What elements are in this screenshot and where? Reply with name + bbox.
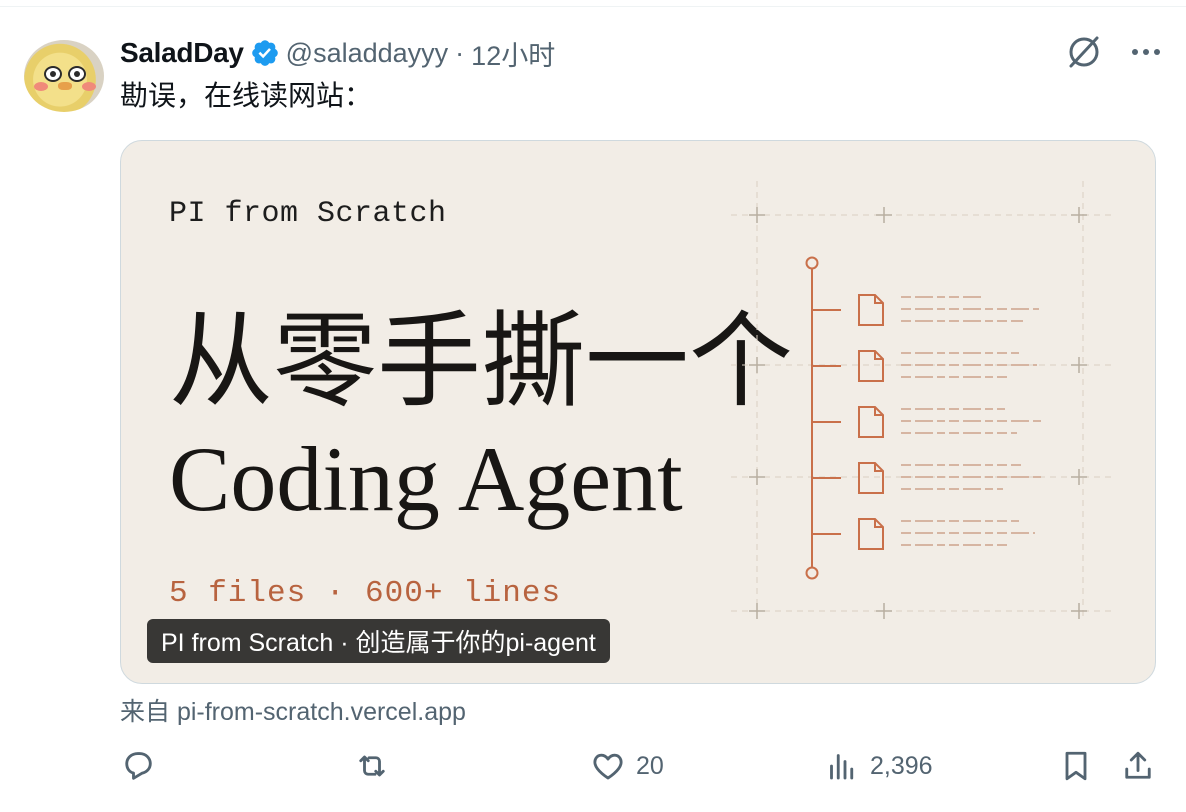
meta-separator: · <box>455 37 465 68</box>
avatar-beak <box>58 82 72 90</box>
card-stats: 5 files · 600+ lines <box>169 576 562 611</box>
user-handle[interactable]: @saladdayyy <box>286 38 449 69</box>
retweet-button[interactable] <box>354 748 400 784</box>
card-small-title: PI from Scratch <box>169 197 447 231</box>
top-divider <box>0 6 1186 7</box>
card-source-link[interactable]: 来自 pi-from-scratch.vercel.app <box>120 692 466 728</box>
tweet-text: 勘误，在线读网站： <box>120 80 373 111</box>
card-big-title: 从零手撕一个 Coding Agent <box>169 311 793 530</box>
avatar-cheek-right <box>82 82 96 91</box>
views-button[interactable]: 2,396 <box>824 748 933 784</box>
like-count: 20 <box>636 751 664 780</box>
views-icon <box>830 754 854 780</box>
verified-badge-icon <box>251 40 278 66</box>
avatar-eye-left <box>44 66 62 82</box>
card-title-line1: 从零手撕一个 <box>169 305 794 420</box>
tweet-header: SaladDay @saladdayyy · 12小时 <box>120 34 555 72</box>
reply-icon <box>125 752 152 780</box>
share-button[interactable] <box>1120 748 1156 784</box>
avatar-cheek-left <box>34 82 48 91</box>
display-name[interactable]: SaladDay <box>120 37 244 69</box>
tweet-actions-bar: 20 2,396 <box>0 748 1186 792</box>
grok-icon[interactable] <box>1064 32 1104 72</box>
reply-button[interactable] <box>120 748 166 784</box>
avatar[interactable] <box>24 40 104 112</box>
file-tree-illustration <box>731 181 1111 621</box>
like-icon <box>593 753 623 780</box>
card-caption[interactable]: PI from Scratch · 创造属于你的pi-agent <box>147 619 610 663</box>
like-button[interactable]: 20 <box>590 748 664 784</box>
avatar-eye-right <box>68 66 86 82</box>
views-count: 2,396 <box>870 751 933 780</box>
more-icon[interactable] <box>1126 32 1166 72</box>
retweet-icon <box>359 755 385 777</box>
link-card[interactable]: PI from Scratch 从零手撕一个 Coding Agent 5 fi… <box>120 140 1156 684</box>
bookmark-icon <box>1065 751 1087 781</box>
card-title-line2: Coding Agent <box>169 428 683 530</box>
timestamp[interactable]: 12小时 <box>471 34 555 73</box>
share-icon <box>1125 751 1151 779</box>
tweet-top-actions <box>1064 32 1166 72</box>
bookmark-button[interactable] <box>1058 748 1094 784</box>
